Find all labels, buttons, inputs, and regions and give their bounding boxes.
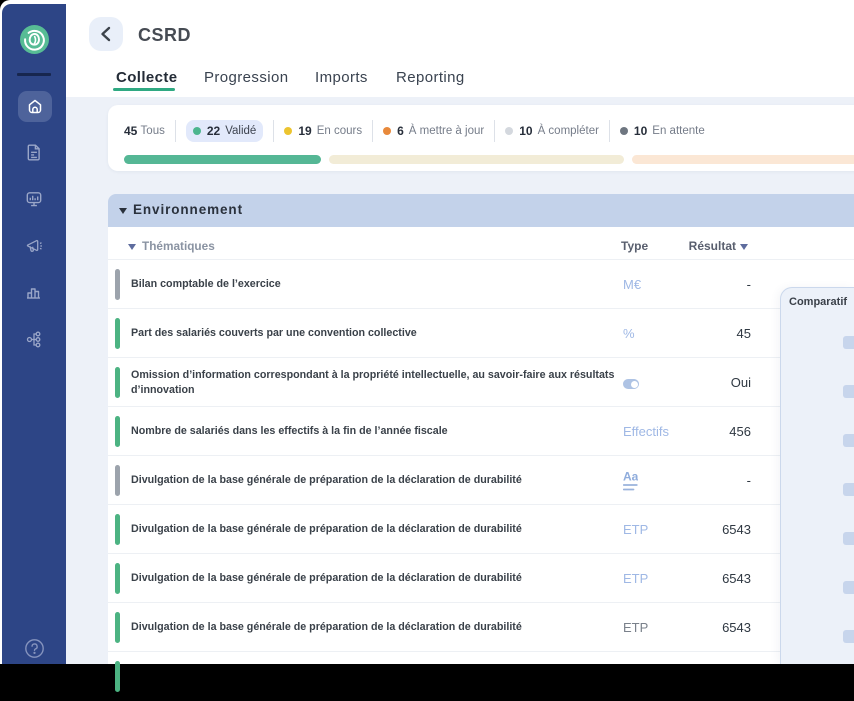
- svg-text:Aa: Aa: [623, 470, 638, 484]
